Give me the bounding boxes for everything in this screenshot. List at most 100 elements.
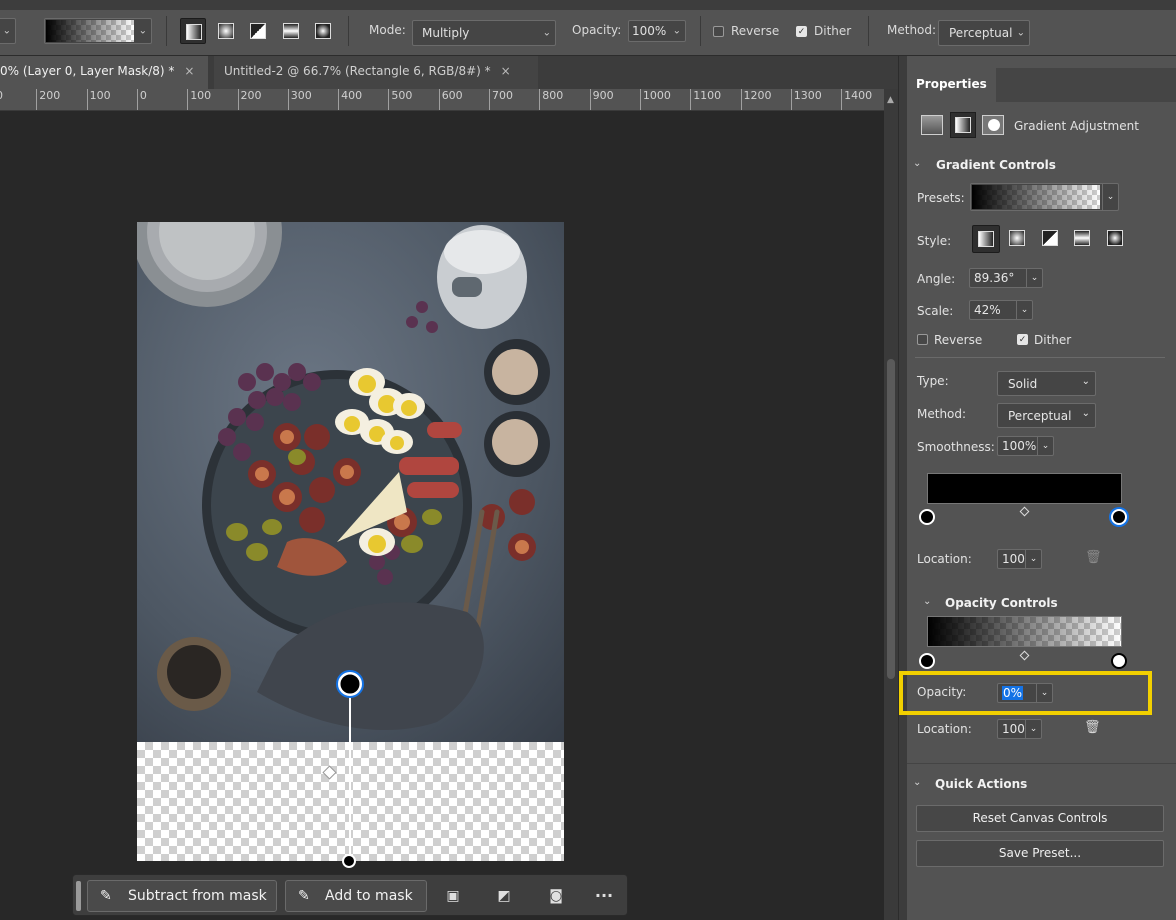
- color-stop-right-selected[interactable]: [1111, 509, 1127, 525]
- color-stop-left[interactable]: [919, 509, 935, 525]
- tab-untitled-2[interactable]: Untitled-2 @ 66.7% (Rectangle 6, RGB/8#)…: [214, 56, 538, 89]
- radial-gradient-button[interactable]: [213, 18, 239, 44]
- type-value: Solid: [1008, 376, 1038, 391]
- angle-value: 89.36°: [974, 271, 1015, 285]
- angle-label: Angle:: [917, 272, 956, 286]
- gradient-adjustment-icon[interactable]: [950, 112, 976, 138]
- scale-label: Scale:: [917, 304, 954, 318]
- chevron-down-icon: ⌄: [672, 25, 681, 37]
- close-icon[interactable]: ×: [501, 64, 511, 78]
- panel-diamond-style-button[interactable]: [1102, 225, 1128, 251]
- angle-gradient-button[interactable]: [245, 18, 271, 44]
- scrollbar-thumb[interactable]: [887, 359, 895, 679]
- scale-field[interactable]: 42% ⌄: [969, 300, 1033, 320]
- panel-reverse-checkbox[interactable]: [917, 334, 928, 345]
- save-preset-button[interactable]: Save Preset...: [916, 840, 1164, 867]
- color-gradient-bar[interactable]: [927, 473, 1122, 504]
- linear-gradient-button[interactable]: [180, 18, 206, 44]
- mask-visibility-icon[interactable]: ◙: [545, 885, 567, 907]
- image-adjustment-icon[interactable]: [921, 115, 943, 135]
- menu-strip: [0, 0, 1176, 10]
- more-options-icon[interactable]: ···: [593, 885, 615, 907]
- close-icon[interactable]: ×: [184, 64, 194, 78]
- panel-angle-style-button[interactable]: [1037, 225, 1063, 251]
- opacity-stop-left[interactable]: [919, 653, 935, 669]
- opacity-controls-title: Opacity Controls: [945, 596, 1058, 610]
- ruler-tick: 200: [237, 89, 262, 110]
- method-dropdown[interactable]: Perceptual ⌄: [938, 20, 1030, 46]
- gradient-swatch: [46, 20, 134, 42]
- panel-reverse-label: Reverse: [934, 333, 983, 347]
- ruler-tick: 1200: [740, 89, 772, 110]
- vertical-scrollbar[interactable]: ▲: [884, 89, 898, 920]
- color-midpoint[interactable]: [1019, 506, 1030, 517]
- chevron-down-icon: ⌄: [542, 27, 551, 39]
- panel-reflected-style-button[interactable]: [1069, 225, 1095, 251]
- opacity-gradient-bar[interactable]: [927, 616, 1122, 647]
- opacity-stop-right[interactable]: [1111, 653, 1127, 669]
- gradient-handles[interactable]: [300, 660, 400, 880]
- reset-canvas-controls-button[interactable]: Reset Canvas Controls: [916, 805, 1164, 832]
- scroll-up-icon[interactable]: ▲: [887, 95, 894, 105]
- opacity-location-field[interactable]: 100 ⌄: [997, 719, 1042, 739]
- gradient-end-handle[interactable]: [342, 854, 356, 868]
- tab-properties[interactable]: Properties: [907, 68, 996, 102]
- diamond-gradient-button[interactable]: [310, 18, 336, 44]
- reflected-gradient-button[interactable]: [278, 18, 304, 44]
- panel-radial-style-button[interactable]: [1004, 225, 1030, 251]
- subtract-from-mask-button[interactable]: ✎ Subtract from mask: [87, 880, 277, 912]
- mode-label: Mode:: [369, 23, 406, 37]
- opacity-midpoint[interactable]: [1019, 650, 1030, 661]
- chevron-down-icon: ⌄: [1026, 269, 1042, 287]
- task-bar-handle[interactable]: [76, 881, 81, 911]
- reflected-gradient-icon: [1074, 230, 1090, 246]
- mode-value: Multiply: [422, 26, 470, 40]
- reverse-checkbox[interactable]: [713, 26, 724, 37]
- chevron-down-icon: ⌄: [1016, 27, 1025, 39]
- add-label: Add to mask: [325, 888, 413, 904]
- ruler-tick: 200: [36, 89, 60, 110]
- color-location-field[interactable]: 100 ⌄: [997, 549, 1042, 569]
- invert-mask-icon[interactable]: ◩: [493, 885, 515, 907]
- ruler-tick: 400: [338, 89, 362, 110]
- collapse-quick-actions-icon[interactable]: ⌄: [913, 777, 921, 788]
- tab-layer-mask-document[interactable]: 0% (Layer 0, Layer Mask/8) * ×: [0, 56, 208, 89]
- contextual-task-bar: ✎ Subtract from mask ✎ Add to mask ▣ ◩ ◙…: [72, 874, 628, 916]
- panel-linear-style-button[interactable]: [972, 225, 1000, 253]
- gradient-start-handle[interactable]: [337, 671, 363, 697]
- method-dropdown[interactable]: Perceptual ⌄: [997, 403, 1096, 428]
- chevron-down-icon: ⌄: [1025, 720, 1041, 738]
- type-label: Type:: [917, 374, 949, 388]
- horizontal-ruler: 0020010001002003004005006007008009001000…: [0, 89, 884, 111]
- divider: [907, 763, 1176, 764]
- opacity-field[interactable]: 100% ⌄: [628, 20, 686, 42]
- chevron-down-icon: ⌄: [1102, 184, 1118, 210]
- chevron-down-icon: ⌄: [1016, 301, 1032, 319]
- opacity-location-label: Location:: [917, 722, 972, 736]
- dither-checkbox[interactable]: ✓: [796, 26, 807, 37]
- collapse-gradient-controls-icon[interactable]: ⌄: [913, 158, 921, 169]
- scale-value: 42%: [974, 303, 1001, 317]
- highlight-box: [899, 671, 1152, 715]
- ruler-tick: 1100: [690, 89, 721, 110]
- collapse-opacity-controls-icon[interactable]: ⌄: [923, 596, 931, 607]
- delete-color-stop-icon[interactable]: 🗑: [1085, 550, 1102, 565]
- presets-picker[interactable]: ⌄: [970, 183, 1119, 211]
- gradient-midpoint-handle[interactable]: [322, 765, 337, 780]
- angle-gradient-icon: [250, 23, 266, 39]
- tool-preset-dropdown[interactable]: ⌄: [0, 18, 16, 44]
- mode-dropdown[interactable]: Multiply ⌄: [412, 20, 556, 46]
- linear-gradient-icon: [978, 231, 994, 247]
- panel-dither-checkbox[interactable]: ✓: [1017, 334, 1028, 345]
- smoothness-field[interactable]: 100% ⌄: [997, 436, 1054, 456]
- preset-gradient-swatch: [972, 185, 1100, 209]
- angle-field[interactable]: 89.36° ⌄: [969, 268, 1043, 288]
- mask-options-icon[interactable]: ▣: [442, 885, 464, 907]
- dither-label: Dither: [814, 24, 852, 38]
- add-to-mask-button[interactable]: ✎ Add to mask: [285, 880, 427, 912]
- type-dropdown[interactable]: Solid ⌄: [997, 371, 1096, 396]
- options-bar: ⌄ ⌄ Mode: Multiply ⌄ Opacity: 100% ⌄ Rev…: [0, 0, 1176, 56]
- mask-icon[interactable]: [982, 115, 1004, 135]
- delete-opacity-stop-icon[interactable]: 🗑: [1084, 720, 1101, 735]
- gradient-preset-picker[interactable]: ⌄: [44, 18, 152, 44]
